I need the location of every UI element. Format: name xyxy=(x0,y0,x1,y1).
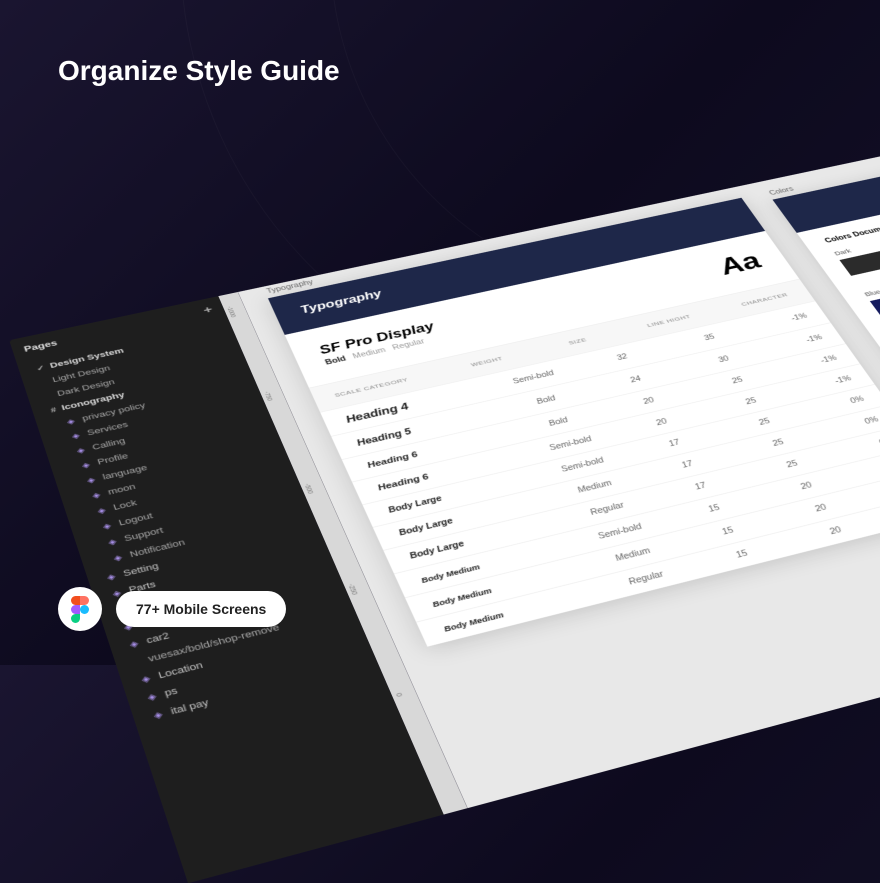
scale-weight: Regular xyxy=(553,493,661,526)
component-icon: ◈ xyxy=(97,506,109,515)
scale-row: Body MediumSemi-bold15200% xyxy=(394,446,880,597)
scale-name: Body Large xyxy=(398,496,546,538)
component-icon: ◈ xyxy=(106,572,119,582)
scale-name: Body Large xyxy=(387,474,533,515)
weight-bold: Bold xyxy=(324,355,347,366)
screens-badge: 77+ Mobile Screens xyxy=(116,591,286,627)
scale-lineheight: 20 xyxy=(768,492,874,525)
component-icon: ◈ xyxy=(153,709,167,720)
figma-icon xyxy=(58,587,102,631)
scale-weight: Medium xyxy=(578,538,688,572)
scale-name: Body Medium xyxy=(442,588,595,633)
scale-name: Body Medium xyxy=(420,541,570,584)
scale-size: 17 xyxy=(657,473,745,501)
component-icon: ◈ xyxy=(71,431,83,440)
ruler-tick: 0 xyxy=(394,693,403,698)
scale-size: 15 xyxy=(670,495,759,523)
scale-size: 15 xyxy=(697,540,787,569)
scale-name: Body Medium xyxy=(431,564,582,608)
sidebar-header: Pages xyxy=(23,338,59,353)
component-icon: ◈ xyxy=(91,491,103,500)
component-icon: ◈ xyxy=(86,476,98,485)
component-icon: ◈ xyxy=(66,417,78,426)
ruler-tick: -750 xyxy=(262,391,272,401)
component-icon: ◈ xyxy=(140,674,153,685)
component-icon: ◈ xyxy=(76,446,88,455)
scale-size: 15 xyxy=(683,517,772,546)
add-page-icon[interactable]: + xyxy=(202,304,215,316)
scale-row: Body MediumRegular15200% xyxy=(416,489,880,646)
component-icon: ◈ xyxy=(107,537,120,547)
component-icon: ◈ xyxy=(147,691,160,702)
component-icon: ◈ xyxy=(102,521,114,530)
scale-lineheight: 20 xyxy=(782,515,880,548)
component-icon: ◈ xyxy=(113,553,126,563)
scale-weight: Medium xyxy=(541,471,648,503)
scale-weight: Regular xyxy=(591,561,702,596)
ruler-tick: -250 xyxy=(346,583,358,595)
component-icon: ◈ xyxy=(129,639,142,649)
scale-character: 0% xyxy=(869,470,880,500)
sidebar-item-label: ps xyxy=(163,686,179,699)
sidebar-item-label: Lock xyxy=(112,499,138,513)
sidebar-item-label: car2 xyxy=(145,631,171,646)
scale-name: Body Large xyxy=(408,518,557,561)
sidebar-item-label: ital pay xyxy=(169,698,210,717)
component-icon: ◈ xyxy=(81,461,93,470)
scale-row: Body MediumMedium15200% xyxy=(405,467,880,621)
scale-weight: Semi-bold xyxy=(565,515,674,548)
scale-lineheight: 20 xyxy=(754,470,859,502)
hero-title: Organize Style Guide xyxy=(58,55,340,87)
check-icon: ✓ xyxy=(36,364,46,372)
ruler-tick: -1000 xyxy=(225,306,236,318)
hash-icon: # xyxy=(50,406,58,414)
font-sample: Aa xyxy=(713,248,768,280)
